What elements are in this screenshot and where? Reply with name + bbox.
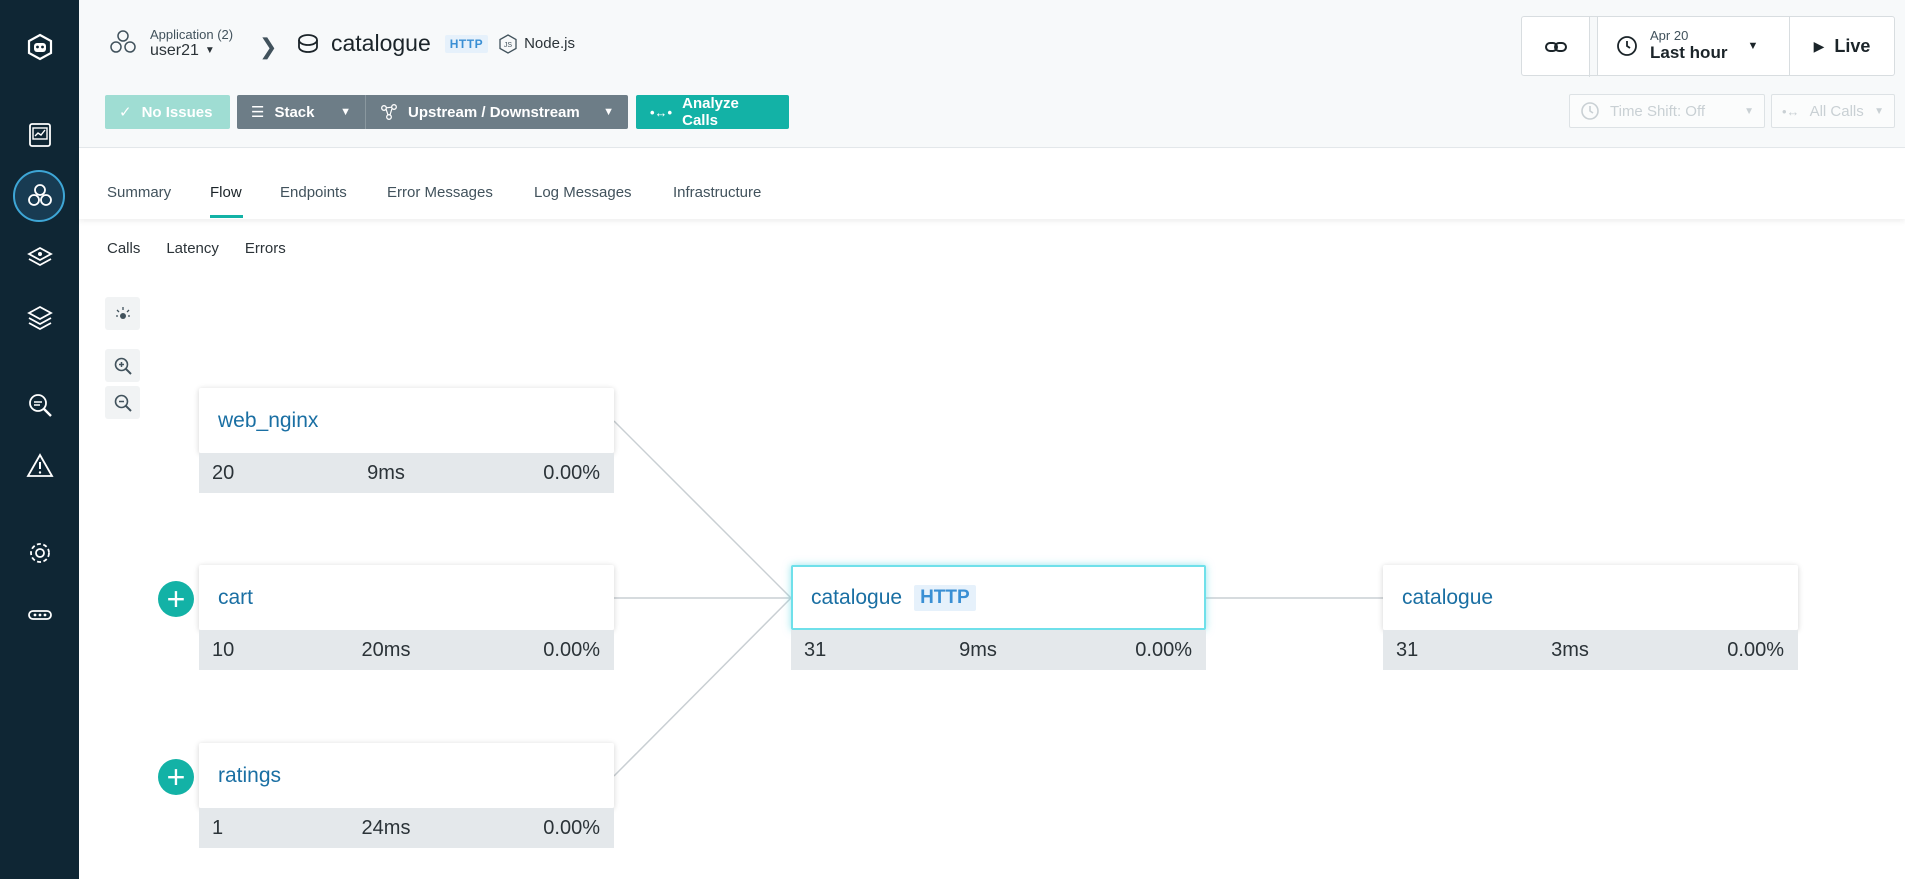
- node-metrics: 1 24ms 0.00%: [199, 808, 614, 848]
- node-error-rate: 0.00%: [543, 638, 600, 661]
- node-error-rate: 0.00%: [543, 816, 600, 839]
- node-title-row[interactable]: catalogue HTTP: [791, 565, 1206, 630]
- node-calls: 1: [212, 816, 224, 839]
- flow-node-catalogue-selected[interactable]: catalogue HTTP 31 9ms 0.00%: [791, 565, 1206, 670]
- node-error-rate: 0.00%: [543, 461, 600, 484]
- node-metrics: 31 9ms 0.00%: [791, 630, 1206, 670]
- expand-cart-button[interactable]: +: [158, 581, 194, 617]
- node-latency: 24ms: [361, 816, 411, 839]
- node-latency: 9ms: [367, 461, 405, 484]
- flow-node-web-nginx[interactable]: web_nginx 20 9ms 0.00%: [199, 388, 614, 493]
- expand-ratings-button[interactable]: +: [158, 759, 194, 795]
- node-title[interactable]: catalogue: [1383, 565, 1798, 630]
- node-calls: 31: [804, 638, 827, 661]
- node-metrics: 31 3ms 0.00%: [1383, 630, 1798, 670]
- node-calls: 20: [212, 461, 235, 484]
- node-title[interactable]: cart: [199, 565, 614, 630]
- flow-node-catalogue-downstream[interactable]: catalogue 31 3ms 0.00%: [1383, 565, 1798, 670]
- flow-node-cart[interactable]: cart 10 20ms 0.00%: [199, 565, 614, 670]
- node-error-rate: 0.00%: [1727, 638, 1784, 661]
- node-type-badge: HTTP: [914, 584, 976, 611]
- node-title: catalogue: [811, 585, 903, 609]
- flow-node-ratings[interactable]: ratings 1 24ms 0.00%: [199, 743, 614, 848]
- node-title[interactable]: web_nginx: [199, 388, 614, 453]
- edge-web-nginx-to-catalogue: [613, 420, 792, 599]
- node-error-rate: 0.00%: [1135, 638, 1192, 661]
- node-calls: 31: [1396, 638, 1419, 661]
- node-calls: 10: [212, 638, 235, 661]
- edge-ratings-to-catalogue: [613, 597, 792, 777]
- node-title[interactable]: ratings: [199, 743, 614, 808]
- node-latency: 20ms: [361, 638, 411, 661]
- node-latency: 9ms: [959, 638, 997, 661]
- node-latency: 3ms: [1551, 638, 1589, 661]
- node-metrics: 20 9ms 0.00%: [199, 453, 614, 493]
- node-metrics: 10 20ms 0.00%: [199, 630, 614, 670]
